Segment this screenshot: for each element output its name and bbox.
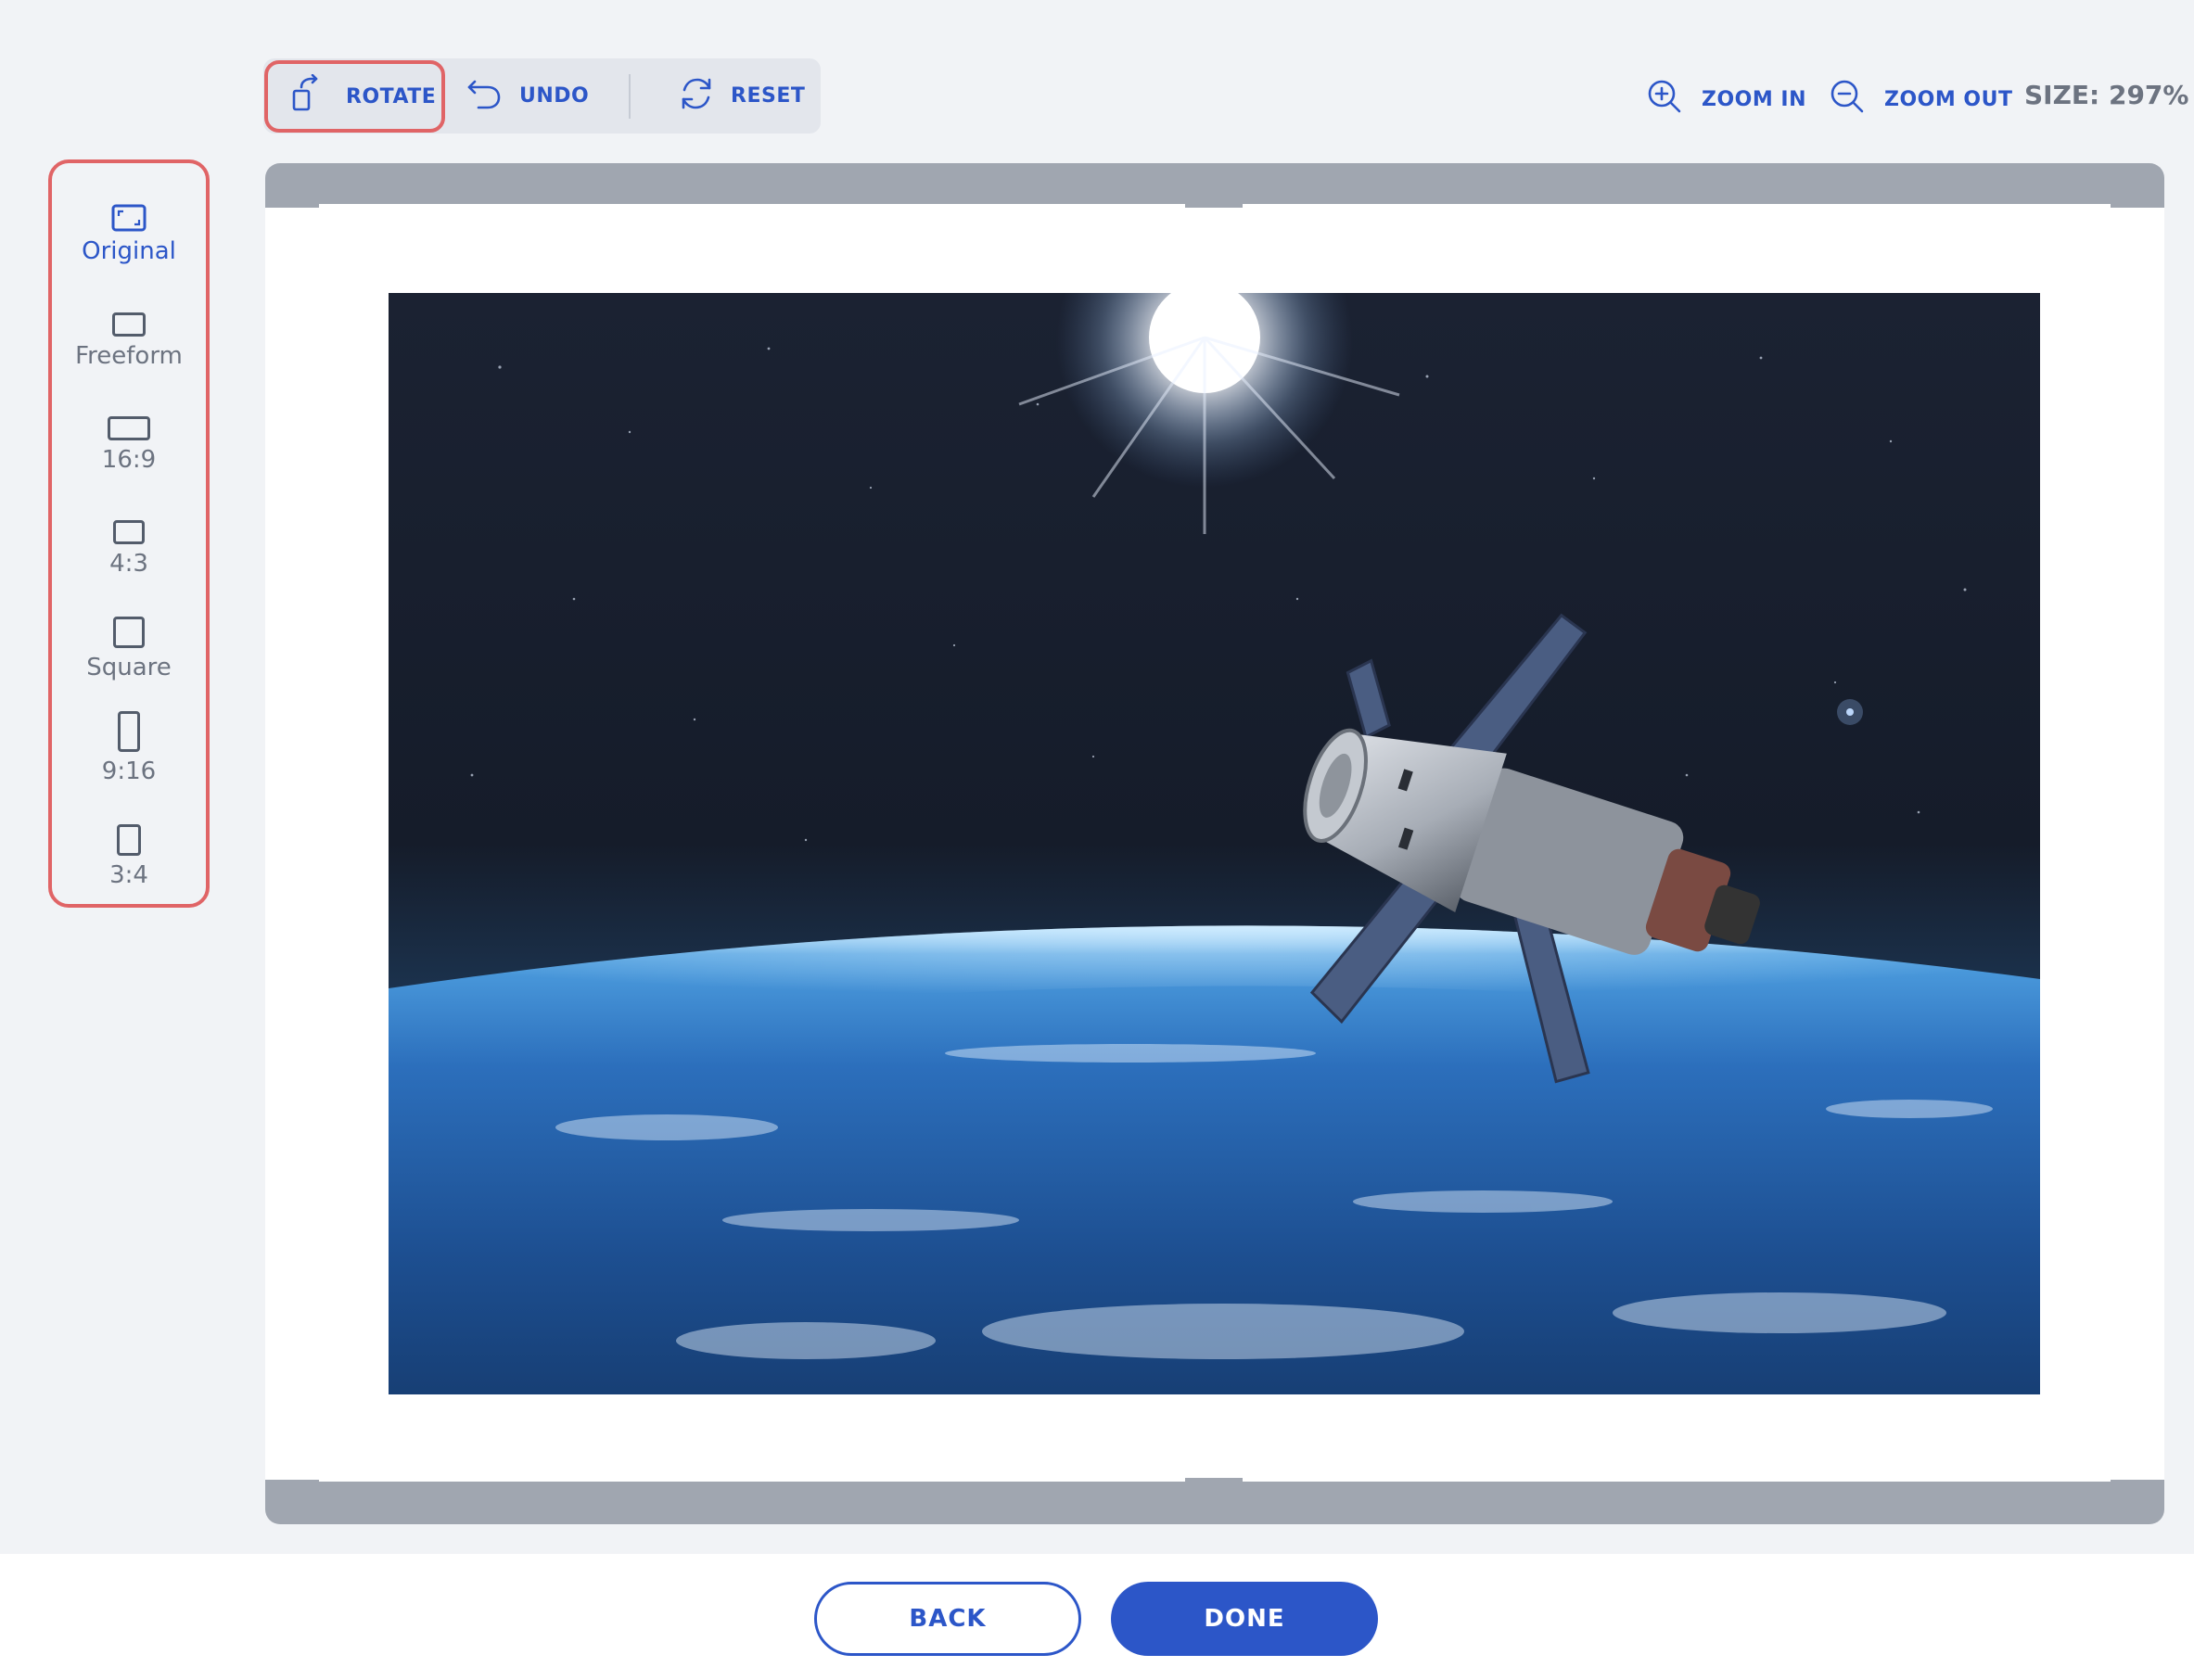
ratio-original[interactable]: Original (52, 185, 206, 265)
rotate-button[interactable]: ROTATE (264, 60, 445, 133)
ratio-9-16[interactable]: 9:16 (52, 706, 206, 785)
ratio-4-3-icon (52, 498, 206, 544)
undo-label: UNDO (519, 84, 590, 108)
ratio-label: Square (86, 654, 172, 681)
freeform-ratio-icon (52, 290, 206, 337)
footer-bar: BACK DONE (0, 1554, 2194, 1680)
ratio-freeform[interactable]: Freeform (52, 290, 206, 370)
zoom-in-button[interactable]: ZOOM IN (1646, 78, 1806, 121)
zoom-out-label: ZOOM OUT (1884, 87, 2013, 111)
edit-toolbar: ROTATE UNDO RESET (263, 58, 821, 134)
square-ratio-icon (52, 602, 206, 648)
ratio-3-4-icon (52, 809, 206, 856)
crop-canvas[interactable] (265, 163, 2164, 1524)
zoom-out-button[interactable]: ZOOM OUT (1829, 78, 2012, 121)
ratio-16-9-icon (52, 394, 206, 440)
zoom-out-icon (1829, 78, 1866, 121)
ratio-label: Original (82, 237, 176, 265)
ratio-16-9[interactable]: 16:9 (52, 394, 206, 474)
rotate-icon (290, 73, 329, 119)
zoom-size-readout: SIZE: 297% (2024, 80, 2189, 110)
reset-icon (677, 74, 716, 119)
ratio-label: Freeform (75, 342, 183, 370)
zoom-in-icon (1646, 78, 1683, 121)
edited-photo[interactable] (389, 293, 2040, 1394)
back-button[interactable]: BACK (814, 1582, 1081, 1656)
crop-bottom-handle[interactable] (1185, 1478, 1243, 1482)
spacecraft-earth-image (389, 293, 2040, 1394)
aspect-ratio-panel: Original Freeform 16:9 4:3 Square 9:16 3… (48, 159, 210, 908)
undo-icon (466, 74, 504, 119)
ratio-label: 4:3 (109, 550, 148, 578)
crop-top-handle[interactable] (1185, 204, 1243, 208)
rotate-label: ROTATE (346, 84, 437, 108)
reset-label: RESET (731, 84, 806, 108)
ratio-9-16-icon (52, 706, 206, 752)
ratio-3-4[interactable]: 3:4 (52, 809, 206, 889)
ratio-label: 16:9 (101, 446, 157, 474)
original-ratio-icon (52, 185, 206, 232)
undo-button[interactable]: UNDO (466, 58, 589, 134)
reset-button[interactable]: RESET (677, 58, 805, 134)
done-button[interactable]: DONE (1111, 1582, 1378, 1656)
ratio-label: 3:4 (109, 861, 148, 889)
ratio-square[interactable]: Square (52, 602, 206, 681)
ratio-label: 9:16 (101, 757, 157, 785)
ratio-4-3[interactable]: 4:3 (52, 498, 206, 578)
zoom-in-label: ZOOM IN (1702, 87, 1807, 111)
toolbar-divider (629, 74, 631, 119)
